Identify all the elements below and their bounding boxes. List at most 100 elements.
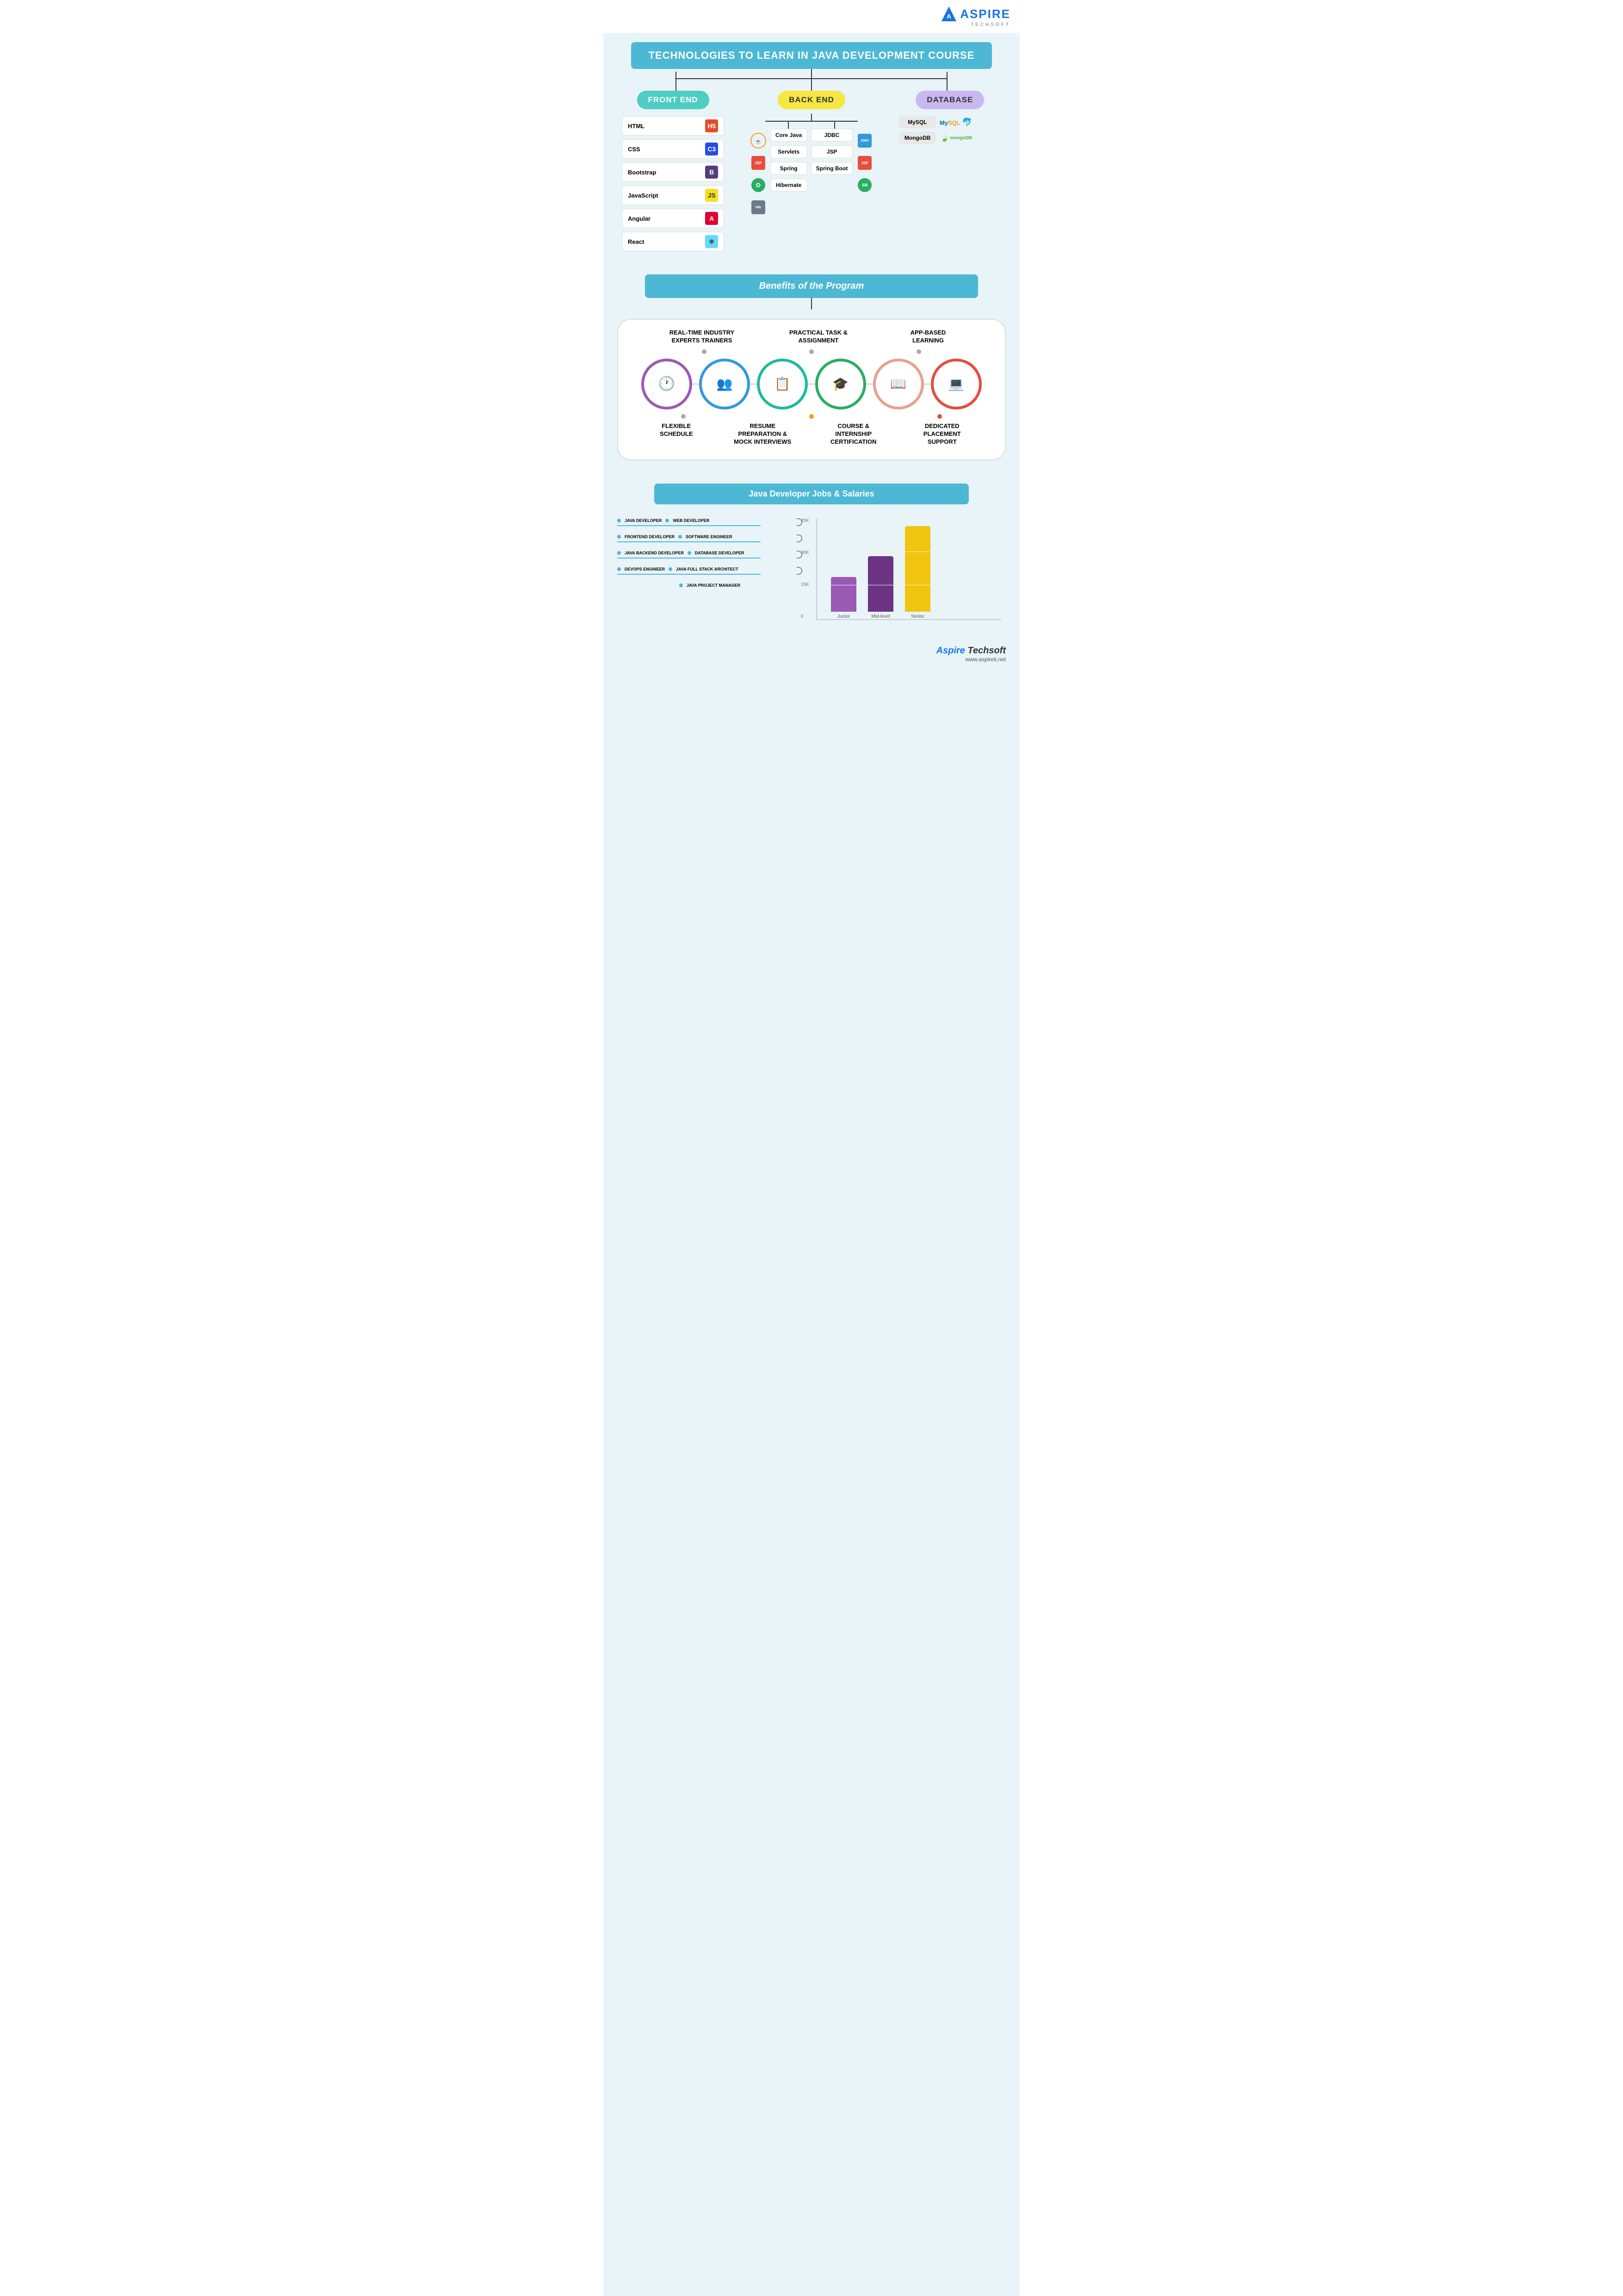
career-dot-1a [617,519,621,522]
career-line-1 [617,525,761,526]
career-dot-2b [678,535,682,539]
benefit-label-app: APP-BASED LEARNING [900,329,956,345]
backend-spring-boot: Spring Boot [811,162,853,175]
backend-jsp: JSP [811,145,853,158]
bar-junior-label: Junior [837,614,850,619]
categories-row: FRONT END HTML H5 CSS C3 Bootstrap B [617,91,1006,251]
benefits-title: Benefits of the Program [645,274,978,298]
career-fullstack: JAVA FULL STACK ARCHITECT [676,567,738,571]
conn-h-4 [866,384,873,385]
backend-core-java: Core Java [770,129,807,142]
bar-mid-label: Mid-level [871,614,890,619]
backend-tree: ☕ JSP ⚙ HIB [733,114,890,216]
servlet-logo: JSP [750,155,767,171]
circle-trainers: 👥 [699,359,750,410]
database-label: DATABASE [916,91,984,109]
jobs-title: Java Developer Jobs & Salaries [654,484,969,504]
benefit-label-placement: DEDICATED PLACEMENT SUPPORT [914,422,970,446]
career-web-dev: WEB DEVELOPER [673,518,709,523]
jdbc-logo: JDBC [856,132,873,149]
backend-logos-left: ☕ JSP ⚙ HIB [750,129,767,216]
career-dot-5 [679,583,683,587]
database-category: DATABASE MySQL MySQL 🐬 MongoDB 🍃 mong [894,91,1006,144]
jobs-content: JAVA DEVELOPER WEB DEVELOPER FRONTEND DE… [617,514,1006,625]
career-row-1: JAVA DEVELOPER WEB DEVELOPER [617,518,802,526]
career-frontend: FRONTEND DEVELOPER [625,534,675,539]
mongodb-logo: 🍃 mongoDB [940,133,972,143]
dot-3 [917,349,921,354]
circle-schedule: 🕐 [641,359,692,410]
backend-jdbc: JDBC [811,129,853,142]
header: A ASPIRE TECHSOFT [603,0,1020,33]
career-devops: DEVOPS ENGINEER [625,567,665,571]
h-line [675,78,948,79]
y-45k: 45K [801,518,809,523]
benefits-bottom-labels: FLEXIBLE SCHEDULE RESUME PREPARATION & M… [632,422,991,446]
spring-logo: ⚙ [750,177,767,193]
backend-items-col1: Core Java Servlets Spring Hibernate [770,129,807,192]
career-row-4: DEVOPS ENGINEER JAVA FULL STACK ARCHITEC… [617,567,802,575]
bar-mid-rect [868,556,893,612]
benefit-label-task: PRACTICAL TASK & ASSIGNMENT [788,329,849,345]
circle-cert: 📖 [873,359,924,410]
svg-text:☕: ☕ [755,138,762,145]
js-icon: JS [705,189,718,202]
circle-resume: 📋 [757,359,808,410]
css-icon: C3 [705,143,718,155]
chart-area: 45K 30K 15K 0 Junior [816,518,1001,620]
benefits-wrapper: Benefits of the Program REAL-TIME INDUST… [617,274,1006,460]
logo: A ASPIRE TECHSOFT [941,6,1010,27]
frontend-label: FRONT END [637,91,709,109]
circle-wrap-5: 📖 [873,359,924,410]
circle-wrap-2: 👥 [699,359,750,410]
html-icon: H5 [705,119,718,132]
java-logo: ☕ [750,132,767,149]
react-icon: ⚛ [705,235,718,248]
career-row-5: JAVA PROJECT MANAGER [617,583,802,588]
backend-hibernate: Hibernate [770,179,807,192]
benefits-section: Benefits of the Program REAL-TIME INDUST… [603,265,1020,474]
footer-brand: Aspire Techsoft [617,645,1006,656]
conn-h-3 [808,384,815,385]
career-software: SOFTWARE ENGINEER [686,534,732,539]
b-branch-1 [788,122,789,129]
backend-items-col2: JDBC JSP Spring Boot [811,129,853,175]
benefits-top-dots [632,349,991,354]
circle-wrap-6: 💻 [931,359,982,410]
springboot-logo: SB [856,177,873,193]
career-dot-3b [688,551,691,555]
y-30k: 30K [801,550,809,555]
backend-servlets: Servlets [770,145,807,158]
circle-wrap-4: 🎓 [815,359,866,410]
branch-right [947,79,948,91]
backend-content: ☕ JSP ⚙ HIB [733,129,890,216]
dot-b3 [937,414,942,419]
bar-senior: Senior [905,526,930,619]
bar-midlevel: Mid-level [868,556,893,619]
db-mongodb-row: MongoDB 🍃 mongoDB [899,132,1001,144]
logo-subtext: TECHSOFT [971,22,1010,27]
career-dot-1b [665,519,669,522]
bar-junior: Junior [831,577,856,619]
logo-icon: A [941,6,957,22]
branch-left [675,79,676,91]
tech-item-bootstrap: Bootstrap B [622,162,724,182]
dot-2 [809,349,814,354]
db-mongodb: MongoDB [899,132,936,144]
career-database: DATABASE DEVELOPER [695,551,744,555]
db-mysql: MySQL [899,116,936,128]
hibernate-logo: HIB [750,199,767,216]
backend-spring: Spring [770,162,807,175]
mysql-logo-text: MySQL 🐬 [940,118,973,127]
career-backend: JAVA BACKEND DEVELOPER [625,551,684,555]
benefits-top-labels: REAL-TIME INDUSTRY EXPERTS TRAINERS PRAC… [632,329,991,345]
footer-brand-aspire: Aspire [936,645,968,656]
angular-icon: A [705,212,718,225]
salary-chart: 45K 30K 15K 0 Junior [812,514,1006,625]
circle-placement: 💻 [931,359,982,410]
jobs-section: Java Developer Jobs & Salaries JAVA DEVE… [603,474,1020,639]
conn-h-5 [924,384,931,385]
svg-text:A: A [947,12,951,20]
benefit-label-flexible: FLEXIBLE SCHEDULE [653,422,700,446]
conn-h-2 [750,384,757,385]
